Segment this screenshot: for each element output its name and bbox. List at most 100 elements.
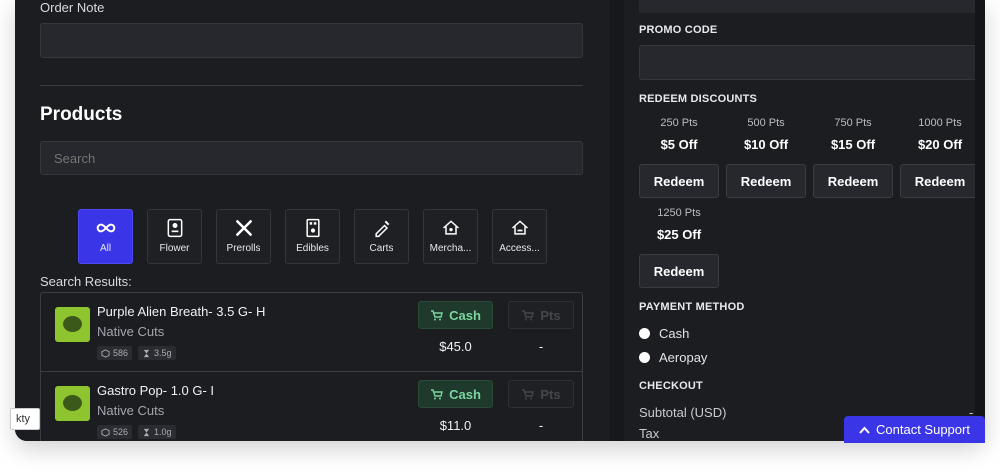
cart-icon — [431, 388, 443, 399]
list-item: Gastro Pop- 1.0 G- I Native Cuts 526 1.0… — [41, 371, 582, 441]
panel-divider — [610, 0, 624, 441]
section-divider — [40, 85, 583, 86]
merch-icon — [442, 220, 459, 235]
discount-option: 750 Pts $15 Off — [813, 117, 893, 152]
discount-option: 1250 Pts $25 Off — [639, 207, 719, 242]
box-icon — [101, 427, 110, 437]
cash-label: Cash — [449, 386, 481, 402]
redeem-button[interactable]: Redeem — [900, 164, 980, 198]
subtotal-label: Subtotal (USD) — [639, 405, 727, 420]
discount-amount: $20 Off — [917, 137, 963, 152]
discount-option: 250 Pts $5 Off — [639, 117, 719, 152]
payment-option-label: Cash — [659, 326, 690, 341]
payment-option-aeropay[interactable]: Aeropay — [639, 350, 707, 365]
left-panel: Order Note Products All Flower Prerolls … — [15, 0, 610, 441]
redeem-button[interactable]: Redeem — [639, 254, 719, 288]
list-item: Purple Alien Breath- 3.5 G- H Native Cut… — [41, 293, 582, 371]
discount-option: 1000 Pts $20 Off — [900, 117, 980, 152]
redeem-button[interactable]: Redeem — [639, 164, 719, 198]
contact-support-button[interactable]: Contact Support — [844, 416, 985, 443]
payment-option-cash[interactable]: Cash — [639, 326, 689, 341]
category-all[interactable]: All — [78, 209, 133, 264]
side-tab[interactable]: kty — [10, 408, 40, 430]
discount-points: 1000 Pts — [918, 117, 962, 129]
weight-value: 1.0g — [154, 427, 172, 437]
cash-label: Cash — [449, 307, 481, 323]
add-cash-button[interactable]: Cash — [418, 301, 493, 329]
category-flower[interactable]: Flower — [147, 209, 202, 264]
category-label: Carts — [369, 243, 394, 254]
discount-points: 500 Pts — [747, 117, 785, 129]
cart-vape-icon — [374, 220, 389, 238]
product-price: $11.0 — [439, 418, 472, 433]
add-points-button[interactable]: Pts — [508, 380, 574, 408]
cart-icon — [431, 309, 443, 320]
results-list: Purple Alien Breath- 3.5 G- H Native Cut… — [40, 292, 583, 441]
discount-points: 250 Pts — [660, 117, 698, 129]
discount-option: 500 Pts $10 Off — [726, 117, 806, 152]
add-points-button[interactable]: Pts — [508, 301, 574, 329]
redeem-discounts-heading: REDEEM DISCOUNTS — [639, 93, 758, 105]
redeem-button[interactable]: Redeem — [726, 164, 806, 198]
flower-icon — [167, 218, 182, 238]
stock-count: 526 — [113, 427, 129, 437]
category-accessories[interactable]: Access... — [492, 209, 547, 264]
category-filters: All Flower Prerolls Edibles Carts Mercha… — [78, 209, 547, 264]
search-results-label: Search Results: — [40, 274, 132, 289]
product-points-price: - — [538, 339, 544, 354]
product-name: Purple Alien Breath- 3.5 G- H — [97, 304, 266, 319]
scrollbar[interactable] — [975, 0, 985, 441]
order-note-input[interactable] — [40, 23, 583, 58]
category-edibles[interactable]: Edibles — [285, 209, 340, 264]
add-cash-button[interactable]: Cash — [418, 380, 493, 408]
pos-window: Order Note Products All Flower Prerolls … — [15, 0, 985, 441]
payment-option-label: Aeropay — [659, 350, 708, 365]
radio-button[interactable] — [639, 328, 650, 339]
discount-points: 1250 Pts — [657, 207, 701, 219]
payment-method-heading: PAYMENT METHOD — [639, 301, 745, 313]
category-label: Access... — [499, 243, 540, 254]
product-price: $45.0 — [439, 339, 472, 354]
category-carts[interactable]: Carts — [354, 209, 409, 264]
order-note-label: Order Note — [40, 0, 105, 15]
chevron-up-icon — [859, 426, 870, 434]
stock-count: 586 — [113, 348, 129, 358]
tax-label: Tax — [639, 426, 660, 441]
category-prerolls[interactable]: Prerolls — [216, 209, 271, 264]
category-label: Mercha... — [429, 243, 472, 254]
products-title: Products — [40, 104, 123, 125]
discount-amount: $25 Off — [656, 227, 702, 242]
discount-amount: $15 Off — [830, 137, 876, 152]
redeem-button[interactable]: Redeem — [813, 164, 893, 198]
product-name: Gastro Pop- 1.0 G- I — [97, 383, 215, 398]
category-label: Prerolls — [226, 243, 261, 254]
pts-label: Pts — [540, 307, 561, 323]
checkout-heading: CHECKOUT — [639, 380, 703, 392]
weight-chip: 3.5g — [138, 346, 176, 360]
contact-support-label: Contact Support — [876, 422, 970, 437]
stock-chip: 526 — [97, 425, 133, 439]
product-thumbnail — [55, 386, 90, 421]
promo-code-input[interactable] — [639, 45, 980, 80]
weight-chip: 1.0g — [138, 425, 176, 439]
right-panel: PROMO CODE REDEEM DISCOUNTS 250 Pts $5 O… — [624, 0, 985, 441]
box-icon — [101, 348, 110, 358]
discount-points: 750 Pts — [834, 117, 872, 129]
category-label: All — [99, 243, 112, 254]
stock-chip: 586 — [97, 346, 133, 360]
product-meta: 586 3.5g — [97, 346, 176, 360]
product-meta: 526 1.0g — [97, 425, 176, 439]
category-merchandise[interactable]: Mercha... — [423, 209, 478, 264]
discount-amount: $5 Off — [660, 137, 698, 152]
discount-amount: $10 Off — [743, 137, 789, 152]
product-brand: Native Cuts — [97, 324, 165, 339]
pts-label: Pts — [540, 386, 561, 402]
preroll-icon — [235, 220, 252, 236]
hourglass-icon — [143, 349, 150, 357]
infinity-icon — [96, 223, 115, 233]
radio-button[interactable] — [639, 352, 650, 363]
edibles-icon — [305, 218, 320, 238]
product-brand: Native Cuts — [97, 403, 165, 418]
product-search-input[interactable] — [40, 141, 583, 175]
category-label: Flower — [159, 243, 190, 254]
